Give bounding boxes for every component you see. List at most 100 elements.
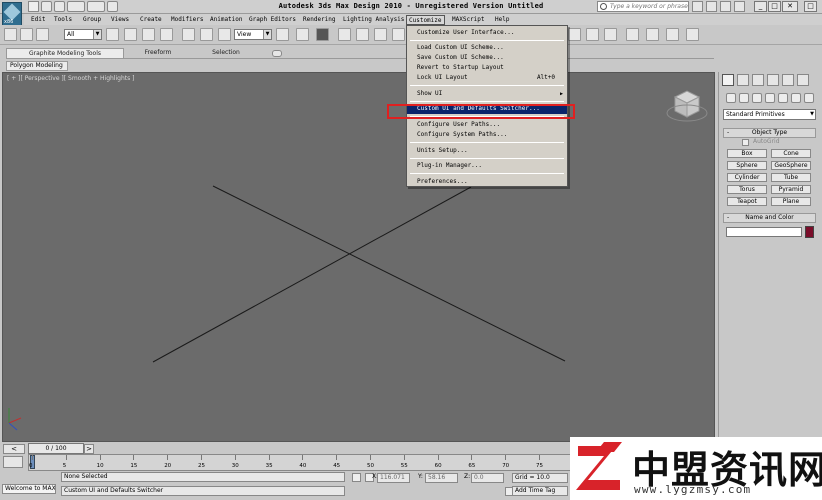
rectangular-selection-icon[interactable]	[142, 28, 155, 41]
menu-customize[interactable]: Customize	[406, 15, 445, 25]
systems-icon[interactable]	[804, 93, 814, 103]
next-frame-icon[interactable]: >	[84, 444, 94, 454]
menu-views[interactable]: Views	[109, 15, 131, 25]
close-button[interactable]: ✕	[782, 1, 798, 12]
motion-tab-icon[interactable]	[767, 74, 779, 86]
z-coord-field[interactable]: 0.0	[471, 473, 504, 483]
search-input[interactable]: Type a keyword or phrase	[597, 1, 689, 12]
favorites-star-icon[interactable]	[720, 1, 731, 12]
previous-frame-icon[interactable]: <	[3, 444, 25, 454]
rotate-icon[interactable]	[200, 28, 213, 41]
percent-snap-icon[interactable]	[374, 28, 387, 41]
menu-item-preferences[interactable]: Preferences...	[407, 177, 567, 187]
hierarchy-tab-icon[interactable]	[752, 74, 764, 86]
menu-help[interactable]: Help	[493, 15, 511, 25]
material-editor-icon[interactable]	[604, 28, 617, 41]
keyboard-shortcut-override-icon[interactable]	[316, 28, 329, 41]
object-name-input[interactable]	[726, 227, 802, 237]
render-iterative-icon[interactable]	[686, 28, 699, 41]
menu-animation[interactable]: Animation	[208, 15, 245, 25]
select-manipulate-icon[interactable]	[296, 28, 309, 41]
torus-button[interactable]: Torus	[727, 185, 767, 194]
select-by-name-icon[interactable]	[124, 28, 137, 41]
cameras-icon[interactable]	[765, 93, 775, 103]
helpers-icon[interactable]	[778, 93, 788, 103]
selection-filter-dropdown[interactable]: All ▼	[64, 29, 102, 40]
tube-button[interactable]: Tube	[771, 173, 811, 182]
viewport-label[interactable]: [ + ][ Perspective ][ Smooth + Highlight…	[7, 75, 134, 82]
geometry-icon[interactable]	[726, 93, 736, 103]
object-color-swatch[interactable]	[805, 226, 814, 238]
perspective-viewport[interactable]: [ + ][ Perspective ][ Smooth + Highlight…	[2, 72, 715, 442]
maximize-button[interactable]: □	[768, 1, 781, 12]
menu-item-configure-user-paths[interactable]: Configure User Paths...	[407, 120, 567, 130]
restore-button[interactable]: □	[804, 1, 817, 12]
pyramid-button[interactable]: Pyramid	[771, 185, 811, 194]
menu-maxscript[interactable]: MAXScript	[450, 15, 487, 25]
render-setup-icon[interactable]	[626, 28, 639, 41]
menu-item-configure-system-paths[interactable]: Configure System Paths...	[407, 130, 567, 140]
tab-graphite-modeling-tools[interactable]: Graphite Modeling Tools	[6, 48, 124, 58]
scale-icon[interactable]	[218, 28, 231, 41]
lights-icon[interactable]	[752, 93, 762, 103]
cylinder-button[interactable]: Cylinder	[727, 173, 767, 182]
reference-coordinate-dropdown[interactable]: View ▼	[234, 29, 272, 40]
curve-editor-icon[interactable]	[568, 28, 581, 41]
pivot-center-icon[interactable]	[276, 28, 289, 41]
application-logo-icon[interactable]: x86	[2, 2, 22, 26]
quick-render-icon[interactable]	[666, 28, 679, 41]
menu-graph-editors[interactable]: Graph Editors	[247, 15, 298, 25]
spinner-snap-icon[interactable]	[392, 28, 405, 41]
display-tab-icon[interactable]	[782, 74, 794, 86]
menu-item-plugin-manager[interactable]: Plug-in Manager...	[407, 161, 567, 171]
angle-snap-icon[interactable]	[356, 28, 369, 41]
move-icon[interactable]	[182, 28, 195, 41]
menu-item-show-ui[interactable]: Show UI ▶	[407, 89, 567, 99]
polygon-modeling-button[interactable]: Polygon Modeling	[6, 61, 68, 71]
search-go-icon[interactable]	[692, 1, 703, 12]
y-coord-field[interactable]: 58.16	[425, 473, 458, 483]
space-warps-icon[interactable]	[791, 93, 801, 103]
sphere-button[interactable]: Sphere	[727, 161, 767, 170]
menu-modifiers[interactable]: Modifiers	[169, 15, 206, 25]
select-object-icon[interactable]	[106, 28, 119, 41]
object-category-dropdown[interactable]: Standard Primitives ▼	[723, 109, 816, 120]
window-crossing-icon[interactable]	[160, 28, 173, 41]
menu-tools[interactable]: Tools	[52, 15, 74, 25]
name-and-color-rollout[interactable]: - Name and Color	[723, 213, 816, 223]
add-time-tag-button[interactable]: Add Time Tag	[512, 486, 568, 496]
maxscript-listener[interactable]: Welcome to MAX!	[2, 484, 56, 494]
ribbon-toggle-icon[interactable]	[272, 50, 282, 57]
time-slider[interactable]: 0 / 100	[28, 443, 84, 454]
communication-center-icon[interactable]	[706, 1, 717, 12]
menu-group[interactable]: Group	[81, 15, 103, 25]
tab-freeform[interactable]: Freeform	[128, 48, 188, 58]
minimize-button[interactable]: _	[754, 1, 767, 12]
lock-selection-icon[interactable]	[352, 473, 361, 482]
menu-item-revert-to-startup-layout[interactable]: Revert to Startup Layout	[407, 63, 567, 73]
teapot-button[interactable]: Teapot	[727, 197, 767, 206]
autogrid-checkbox[interactable]	[742, 139, 749, 146]
rendered-frame-window-icon[interactable]	[646, 28, 659, 41]
menu-rendering[interactable]: Rendering	[301, 15, 338, 25]
box-button[interactable]: Box	[727, 149, 767, 158]
select-and-link-icon[interactable]	[20, 28, 33, 41]
menu-item-units-setup[interactable]: Units Setup...	[407, 146, 567, 156]
tab-selection[interactable]: Selection	[196, 48, 256, 58]
menu-item-customize-user-interface[interactable]: Customize User Interface...	[407, 28, 567, 38]
mini-curve-editor-icon[interactable]	[3, 456, 23, 468]
plane-button[interactable]: Plane	[771, 197, 811, 206]
modify-tab-icon[interactable]	[737, 74, 749, 86]
menu-edit[interactable]: Edit	[29, 15, 47, 25]
x-coord-field[interactable]: 116.071	[377, 473, 410, 483]
menu-create[interactable]: Create	[138, 15, 164, 25]
utilities-tab-icon[interactable]	[797, 74, 809, 86]
menu-item-load-custom-ui-scheme[interactable]: Load Custom UI Scheme...	[407, 43, 567, 53]
snaps-toggle-icon[interactable]	[338, 28, 351, 41]
shapes-icon[interactable]	[739, 93, 749, 103]
create-tab-icon[interactable]	[722, 74, 734, 86]
menu-item-lock-ui-layout[interactable]: Lock UI Layout Alt+0	[407, 73, 567, 83]
undo-tool-icon[interactable]	[4, 28, 17, 41]
cone-button[interactable]: Cone	[771, 149, 811, 158]
menu-lighting-analysis[interactable]: Lighting Analysis	[341, 15, 406, 25]
